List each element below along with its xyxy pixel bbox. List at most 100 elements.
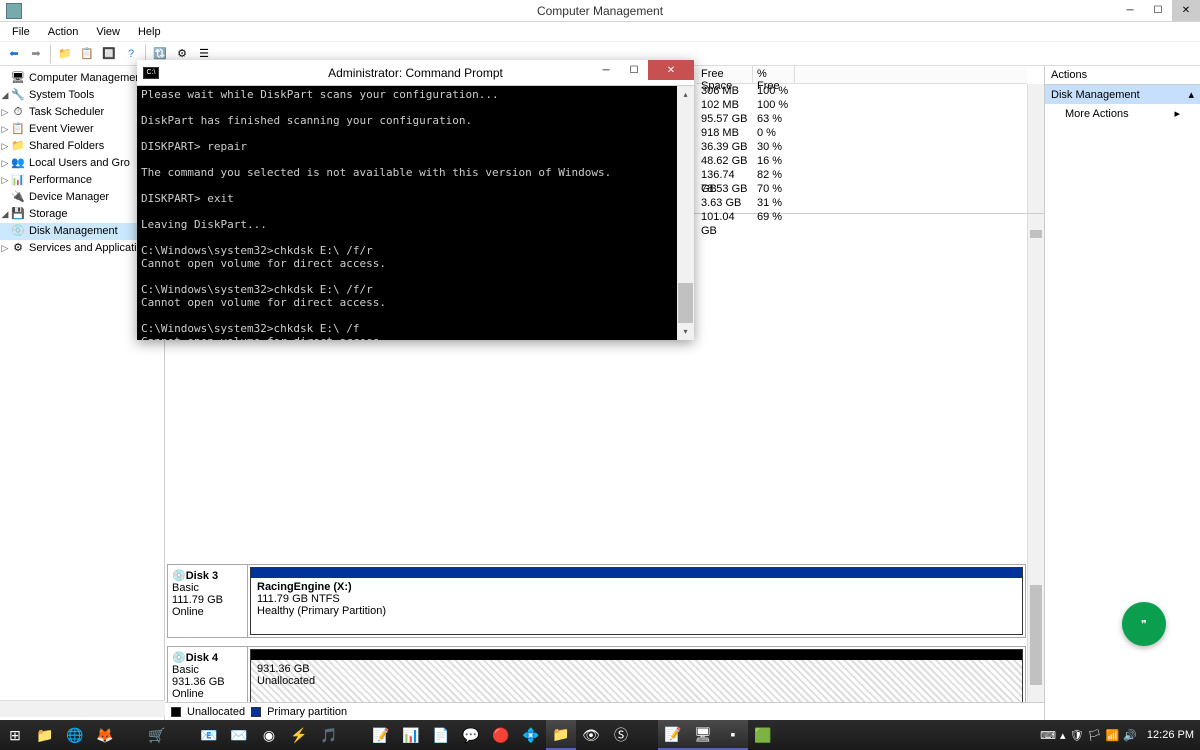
hangouts-fab[interactable]: ❞ bbox=[1122, 602, 1166, 646]
taskbar-app[interactable] bbox=[172, 720, 194, 750]
tray-shield-icon[interactable]: 🛡 bbox=[1070, 729, 1084, 742]
arrow-right-icon: ▸ bbox=[1174, 107, 1180, 120]
taskbar-app[interactable]: 📊 bbox=[396, 720, 426, 750]
taskbar-cmd[interactable]: ▪ bbox=[718, 720, 748, 750]
tray-keyboard-icon[interactable]: ⌨ bbox=[1040, 729, 1056, 742]
taskbar-app[interactable]: ◉ bbox=[254, 720, 284, 750]
taskbar-app[interactable]: 👁 bbox=[576, 720, 606, 750]
properties-button[interactable]: 📋 bbox=[77, 44, 97, 64]
close-button[interactable]: ✕ bbox=[1172, 0, 1200, 21]
scroll-up-icon[interactable]: ▴ bbox=[677, 86, 694, 103]
taskbar-app[interactable] bbox=[636, 720, 658, 750]
cmd-titlebar[interactable]: C:\ Administrator: Command Prompt ─ ☐ ✕ bbox=[137, 60, 694, 86]
table-row[interactable]: 102 MB100 % bbox=[697, 98, 1027, 112]
taskbar-app[interactable]: 🟩 bbox=[748, 720, 778, 750]
tray-up-icon[interactable]: ▴ bbox=[1060, 729, 1066, 742]
volume-racingengine[interactable]: RacingEngine (X:) 111.79 GB NTFS Healthy… bbox=[250, 567, 1023, 635]
tree-system-tools[interactable]: System Tools bbox=[29, 88, 94, 103]
forward-button[interactable]: ➡ bbox=[26, 44, 46, 64]
taskbar-clock[interactable]: 12:26 PM bbox=[1141, 729, 1194, 741]
taskbar-app[interactable]: 📝 bbox=[366, 720, 396, 750]
actions-disk-management[interactable]: Disk Management▴ bbox=[1045, 85, 1200, 104]
taskbar-app[interactable]: 📁 bbox=[30, 720, 60, 750]
tree-performance[interactable]: Performance bbox=[29, 173, 92, 188]
taskbar-app[interactable]: 🎵 bbox=[314, 720, 344, 750]
table-row[interactable]: 48.62 GB16 % bbox=[697, 154, 1027, 168]
folder-icon: 📁 bbox=[10, 140, 26, 154]
taskbar-app[interactable]: ✉️ bbox=[224, 720, 254, 750]
cmd-close-button[interactable]: ✕ bbox=[648, 60, 694, 80]
tray-flag-icon[interactable]: 🏳 bbox=[1088, 729, 1102, 742]
device-icon: 🔌 bbox=[10, 191, 26, 205]
command-prompt-window[interactable]: C:\ Administrator: Command Prompt ─ ☐ ✕ … bbox=[137, 60, 694, 340]
minimize-button[interactable]: ─ bbox=[1116, 0, 1144, 21]
tree-shared-folders[interactable]: Shared Folders bbox=[29, 139, 104, 154]
view-button[interactable]: 🔲 bbox=[99, 44, 119, 64]
taskbar[interactable]: ⊞ 📁 🌐 🦊 🛒 📧 ✉️ ◉ ⚡ 🎵 📝 📊 📄 💬 🔴 💠 📁 👁 Ⓢ 📝… bbox=[0, 720, 1200, 750]
tree-storage[interactable]: Storage bbox=[29, 207, 68, 222]
cmd-output[interactable]: Please wait while DiskPart scans your co… bbox=[137, 86, 694, 340]
cmd-scrollbar[interactable]: ▴ ▾ bbox=[677, 86, 694, 340]
services-icon: ⚙ bbox=[10, 242, 26, 256]
taskbar-app[interactable]: Ⓢ bbox=[606, 720, 636, 750]
volume-list-header: Free Space % Free bbox=[697, 66, 1027, 84]
taskbar-app[interactable]: 🔴 bbox=[486, 720, 516, 750]
disk-entry-3[interactable]: 💿Disk 3 Basic 111.79 GB Online RacingEng… bbox=[167, 564, 1026, 638]
menu-action[interactable]: Action bbox=[40, 24, 87, 40]
menu-file[interactable]: File bbox=[4, 24, 38, 40]
menu-view[interactable]: View bbox=[88, 24, 128, 40]
taskbar-app[interactable] bbox=[120, 720, 142, 750]
disk-4-label: 💿Disk 4 Basic 931.36 GB Online bbox=[168, 647, 248, 702]
tree-event-viewer[interactable]: Event Viewer bbox=[29, 122, 94, 137]
taskbar-app[interactable]: 🌐 bbox=[60, 720, 90, 750]
table-row[interactable]: 136.74 GB82 % bbox=[697, 168, 1027, 182]
table-row[interactable]: 306 MB100 % bbox=[697, 84, 1027, 98]
disk-graphic-scrollbar[interactable] bbox=[1027, 214, 1044, 702]
disk-entry-4[interactable]: 💿Disk 4 Basic 931.36 GB Online 931.36 GB… bbox=[167, 646, 1026, 702]
tree-disk-management[interactable]: Disk Management bbox=[29, 224, 118, 239]
taskbar-app[interactable]: 🦊 bbox=[90, 720, 120, 750]
tree-device-manager[interactable]: Device Manager bbox=[29, 190, 109, 205]
maximize-button[interactable]: ☐ bbox=[1144, 0, 1172, 21]
col-free-space[interactable]: Free Space bbox=[697, 66, 753, 83]
taskbar-mmc[interactable]: 🖥 bbox=[688, 720, 718, 750]
start-button[interactable]: ⊞ bbox=[0, 720, 30, 750]
actions-more[interactable]: More Actions▸ bbox=[1045, 104, 1200, 123]
table-row[interactable]: 3.63 GB31 % bbox=[697, 196, 1027, 210]
cmd-icon: C:\ bbox=[143, 67, 159, 79]
system-tray[interactable]: ⌨ ▴ 🛡 🏳 📶 🔊 12:26 PM bbox=[1040, 729, 1200, 742]
up-button[interactable]: 📁 bbox=[55, 44, 75, 64]
taskbar-app[interactable]: ⚡ bbox=[284, 720, 314, 750]
cmd-maximize-button[interactable]: ☐ bbox=[620, 60, 648, 81]
taskbar-app[interactable]: 📁 bbox=[546, 720, 576, 750]
legend-primary-swatch bbox=[251, 707, 261, 717]
collapse-icon: ▴ bbox=[1188, 88, 1194, 101]
tree-local-users[interactable]: Local Users and Gro bbox=[29, 156, 130, 171]
clock-icon: ⏱ bbox=[10, 106, 26, 120]
menu-help[interactable]: Help bbox=[130, 24, 169, 40]
taskbar-app[interactable]: 💠 bbox=[516, 720, 546, 750]
table-row[interactable]: 95.57 GB63 % bbox=[697, 112, 1027, 126]
tray-network-icon[interactable]: 📶 bbox=[1106, 729, 1120, 742]
volume-unallocated[interactable]: 931.36 GB Unallocated bbox=[250, 649, 1023, 702]
taskbar-app[interactable]: 📧 bbox=[194, 720, 224, 750]
taskbar-app[interactable]: 🛒 bbox=[142, 720, 172, 750]
table-row[interactable]: 918 MB0 % bbox=[697, 126, 1027, 140]
back-button[interactable]: ⬅ bbox=[4, 44, 24, 64]
legend-unallocated: Unallocated bbox=[187, 706, 245, 718]
tree-task-scheduler[interactable]: Task Scheduler bbox=[29, 105, 104, 120]
tree-scrollbar-h[interactable] bbox=[0, 700, 165, 717]
col-pct-free[interactable]: % Free bbox=[753, 66, 795, 83]
table-row[interactable]: 36.39 GB30 % bbox=[697, 140, 1027, 154]
taskbar-app[interactable]: 📄 bbox=[426, 720, 456, 750]
tree-services[interactable]: Services and Applicatio bbox=[29, 241, 143, 256]
table-row[interactable]: 78.53 GB70 % bbox=[697, 182, 1027, 196]
taskbar-app[interactable] bbox=[344, 720, 366, 750]
taskbar-app[interactable]: 💬 bbox=[456, 720, 486, 750]
tray-volume-icon[interactable]: 🔊 bbox=[1123, 729, 1137, 742]
cmd-minimize-button[interactable]: ─ bbox=[592, 60, 620, 81]
volume-list-scrollbar[interactable] bbox=[1027, 84, 1044, 213]
scroll-down-icon[interactable]: ▾ bbox=[677, 323, 694, 340]
scroll-thumb[interactable] bbox=[678, 283, 693, 323]
taskbar-notepad[interactable]: 📝 bbox=[658, 720, 688, 750]
